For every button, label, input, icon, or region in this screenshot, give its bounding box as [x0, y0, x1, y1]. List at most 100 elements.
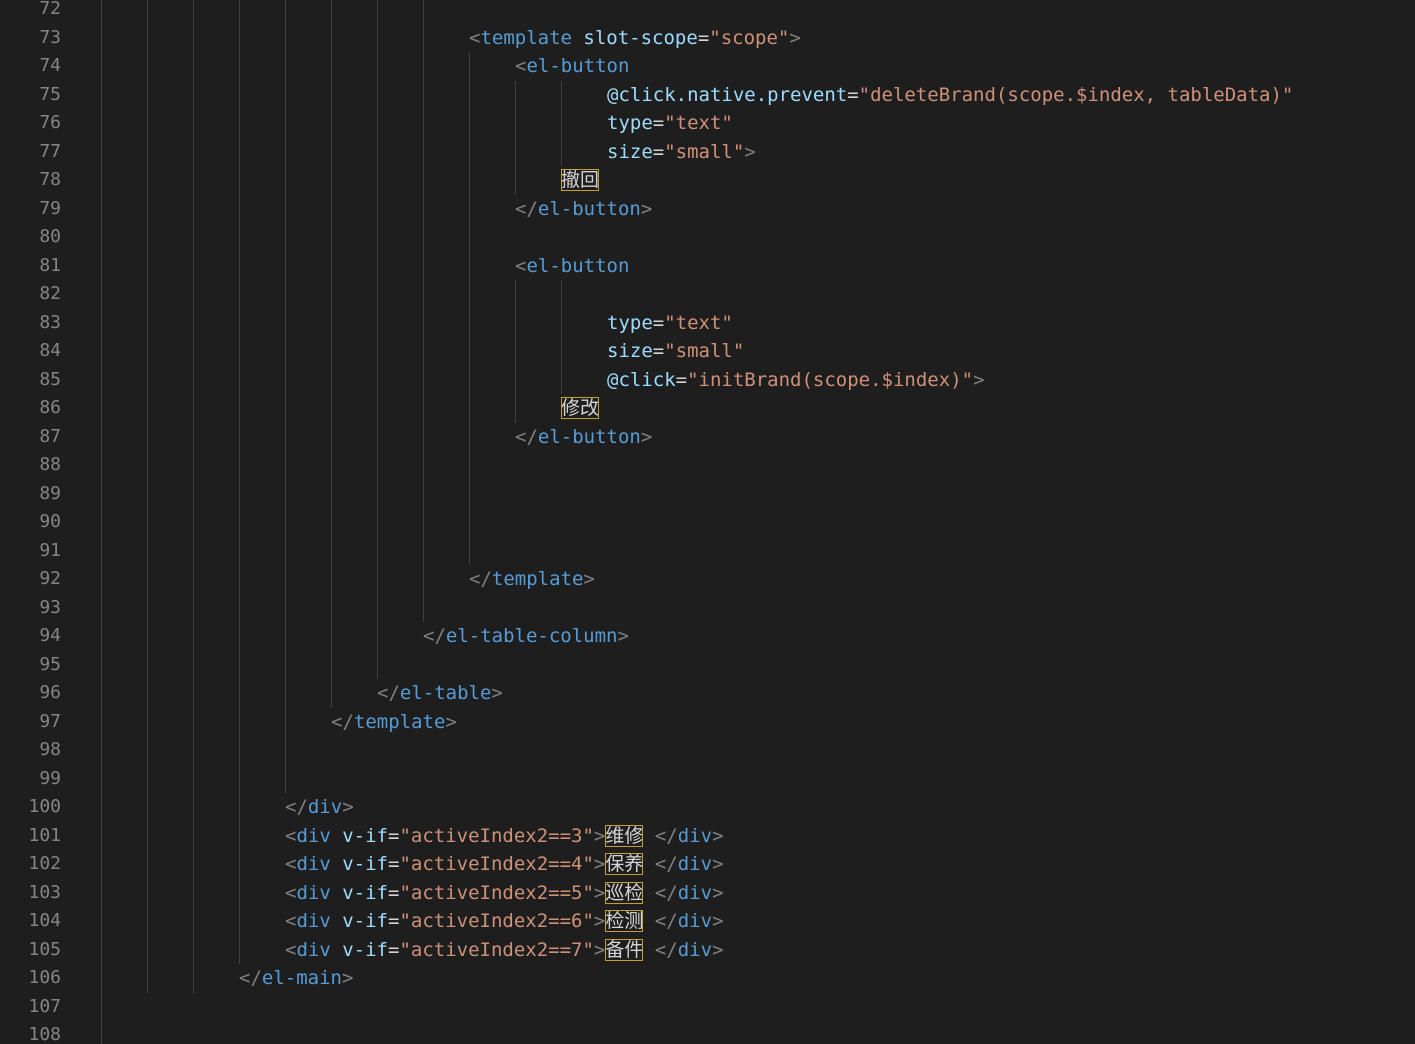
- line-number: 100: [28, 796, 61, 817]
- code-line[interactable]: 95: [0, 651, 1415, 680]
- code-token: div: [296, 853, 331, 875]
- code-line[interactable]: 82: [0, 280, 1415, 309]
- code-token: >: [593, 938, 606, 961]
- code-line[interactable]: 76 type="text": [0, 109, 1415, 138]
- code-line[interactable]: 96 </el-table>: [0, 679, 1415, 708]
- code-token: div: [677, 853, 713, 875]
- code-token: "initBrand(scope.$index)": [687, 368, 974, 391]
- code-token: </: [377, 682, 400, 704]
- code-token: =: [652, 140, 665, 163]
- code-token: type: [607, 112, 653, 134]
- code-line[interactable]: 84 size="small": [0, 337, 1415, 366]
- code-line[interactable]: 89: [0, 480, 1415, 509]
- highlighted-text: 巡检: [605, 881, 644, 904]
- code-line[interactable]: 80: [0, 223, 1415, 252]
- code-token: </: [654, 824, 678, 847]
- code-line[interactable]: 88: [0, 451, 1415, 480]
- code-editor[interactable]: 72 73 <template slot-scope="scope"> 74 <el-b…: [0, 0, 1415, 1044]
- code-token: v-if: [342, 910, 388, 932]
- code-text: </el-table-column>: [423, 622, 629, 651]
- code-line[interactable]: 87 </el-button>: [0, 423, 1415, 452]
- code-line[interactable]: 83 type="text": [0, 309, 1415, 338]
- code-line[interactable]: 107: [0, 993, 1415, 1022]
- line-number: 91: [39, 539, 61, 561]
- code-line[interactable]: 106 </el-main>: [0, 964, 1415, 993]
- code-line[interactable]: 104 <div v-if="activeIndex2==6">检测 </div>: [0, 907, 1415, 936]
- line-number: 101: [28, 824, 61, 846]
- code-text: <div v-if="activeIndex2==6">检测 </div>: [285, 907, 724, 936]
- code-token: "activeIndex2==4": [399, 853, 594, 875]
- code-line[interactable]: 81 <el-button: [0, 252, 1415, 281]
- code-token: =: [652, 112, 665, 134]
- line-number: 106: [28, 967, 61, 988]
- line-number: 98: [39, 739, 61, 760]
- code-line[interactable]: 77 size="small">: [0, 138, 1415, 167]
- code-token: "scope": [709, 26, 790, 49]
- code-token: <: [285, 853, 297, 875]
- code-line[interactable]: 100 </div>: [0, 793, 1415, 822]
- code-line[interactable]: 85 @click="initBrand(scope.$index)">: [0, 366, 1415, 395]
- code-line[interactable]: 105 <div v-if="activeIndex2==7">备件 </div>: [0, 936, 1415, 965]
- code-line[interactable]: 108: [0, 1021, 1415, 1044]
- code-token: >: [640, 197, 653, 220]
- code-line[interactable]: 72: [0, 0, 1415, 24]
- code-line[interactable]: 102 <div v-if="activeIndex2==4">保养 </div>: [0, 850, 1415, 879]
- code-line[interactable]: 92 </template>: [0, 565, 1415, 594]
- line-number: 76: [39, 112, 61, 133]
- code-token: "text": [664, 112, 733, 134]
- highlighted-text: 维修: [605, 824, 644, 847]
- code-line[interactable]: 74 <el-button: [0, 52, 1415, 81]
- line-number: 99: [39, 767, 61, 789]
- code-text: type="text": [607, 109, 733, 138]
- code-token: template: [353, 710, 446, 733]
- code-token: el-button: [526, 55, 630, 77]
- code-line[interactable]: 98: [0, 736, 1415, 765]
- code-token: v-if: [342, 881, 388, 904]
- code-token: el-main: [261, 967, 342, 989]
- code-token: "activeIndex2==7": [399, 938, 594, 961]
- code-text: 修改: [561, 394, 600, 423]
- code-token: >: [491, 682, 503, 704]
- code-text: size="small">: [607, 138, 756, 167]
- code-token: type: [607, 311, 653, 334]
- code-line[interactable]: 79 </el-button>: [0, 195, 1415, 224]
- code-line[interactable]: 97 </template>: [0, 708, 1415, 737]
- code-line[interactable]: 103 <div v-if="activeIndex2==5">巡检 </div>: [0, 879, 1415, 908]
- code-token: >: [712, 881, 724, 904]
- line-number: 89: [39, 482, 61, 504]
- highlighted-text: 保养: [605, 853, 644, 875]
- code-token: </: [654, 853, 678, 875]
- code-line[interactable]: 75 @click.native.prevent="deleteBrand(sco…: [0, 81, 1415, 110]
- code-token: </: [331, 710, 354, 733]
- line-number: 107: [28, 995, 61, 1017]
- code-line[interactable]: 101 <div v-if="activeIndex2==3">维修 </div>: [0, 822, 1415, 851]
- code-line[interactable]: 78 撤回: [0, 166, 1415, 195]
- code-token: <: [469, 26, 481, 49]
- code-token: v-if: [342, 824, 388, 847]
- code-token: >: [445, 710, 457, 733]
- code-token: =: [388, 853, 400, 875]
- code-text: <div v-if="activeIndex2==7">备件 </div>: [285, 936, 724, 965]
- code-line[interactable]: 90: [0, 508, 1415, 537]
- line-number: 103: [28, 881, 61, 903]
- code-line[interactable]: 93: [0, 594, 1415, 623]
- code-line[interactable]: 94 </el-table-column>: [0, 622, 1415, 651]
- code-token: >: [593, 881, 606, 904]
- code-line[interactable]: 73 <template slot-scope="scope">: [0, 24, 1415, 53]
- code-token: div: [296, 910, 331, 932]
- line-number: 96: [39, 682, 61, 703]
- code-token: "small": [664, 140, 745, 163]
- code-line[interactable]: 86 修改: [0, 394, 1415, 423]
- code-token: =: [847, 83, 859, 106]
- code-token: v-if: [342, 853, 388, 875]
- code-token: </: [654, 938, 678, 961]
- code-token: <: [285, 881, 297, 904]
- code-text: <el-button: [515, 52, 629, 81]
- code-line[interactable]: 91: [0, 537, 1415, 566]
- code-token: >: [593, 853, 606, 875]
- code-token: div: [307, 796, 343, 818]
- code-line[interactable]: 99: [0, 765, 1415, 794]
